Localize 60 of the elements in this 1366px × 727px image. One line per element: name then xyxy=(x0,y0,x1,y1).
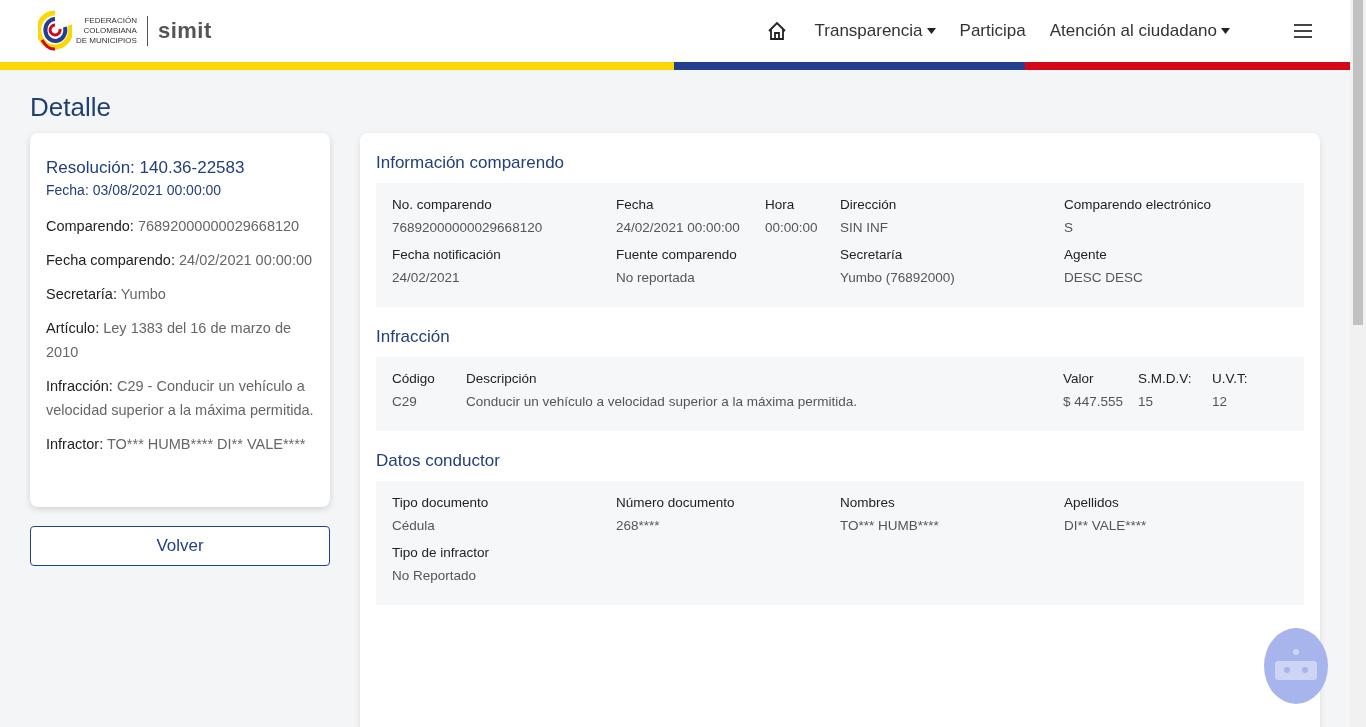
field-value: $ 447.555 xyxy=(1063,394,1125,409)
field-label: Fecha notificación xyxy=(392,247,502,262)
field-value: 76892000000029668120 xyxy=(392,220,544,235)
field-value: 15 xyxy=(1138,394,1155,409)
field-value: Conducir un vehículo a velocidad superior a la máxima permitida. xyxy=(466,394,858,409)
page-title: Detalle xyxy=(30,92,112,123)
field-value: 12 xyxy=(1212,394,1229,409)
field-value: 268**** xyxy=(616,518,661,533)
summary-line: Fecha comparendo: 24/02/2021 00:00:00 xyxy=(46,251,314,270)
field-value: SIN INF xyxy=(840,220,889,235)
field-label: Dirección xyxy=(840,197,898,212)
section-title: Datos conductor xyxy=(376,451,501,471)
field-value: C29 xyxy=(392,394,418,409)
field-label: Fuente comparendo xyxy=(616,247,738,262)
nav-link[interactable]: Atención al ciudadano xyxy=(1049,21,1230,41)
field-value: Yumbo (76892000) xyxy=(840,270,956,285)
field-value: 24/02/2021 00:00:00 xyxy=(616,220,741,235)
logo-text: FEDERACIÓN COLOMBIANA DE MUNICIPIOS xyxy=(76,16,137,46)
field-label: Apellidos xyxy=(1064,495,1120,510)
brand-logo: simit xyxy=(157,18,212,44)
field-value: Cédula xyxy=(392,518,436,533)
field-label: Valor xyxy=(1063,371,1095,386)
field-label: Hora xyxy=(765,197,796,212)
scrollbar[interactable] xyxy=(1350,0,1366,727)
field-label: Agente xyxy=(1064,247,1108,262)
summary-line: Infractor: TO*** HUMB**** DI** VALE**** xyxy=(46,435,307,454)
field-value: 00:00:00 xyxy=(765,220,819,235)
spiral-logo-icon xyxy=(38,10,72,52)
summary-line: Secretaría: Yumbo xyxy=(46,285,167,304)
summary-line: Artículo: Ley 1383 del 16 de marzo de 2010 xyxy=(46,319,293,362)
field-label: Nombres xyxy=(840,495,896,510)
field-label: Secretaría xyxy=(840,247,904,262)
section-title: Infracción xyxy=(376,327,451,347)
field-value: No reportada xyxy=(616,270,696,285)
resolution-title: Resolución: 140.36-22583 xyxy=(46,158,246,178)
field-value: 24/02/2021 xyxy=(392,270,461,285)
field-label: U.V.T: xyxy=(1212,371,1249,386)
summary-line: Comparendo: 76892000000029668120 xyxy=(46,217,301,236)
resolution-date: Fecha: 03/08/2021 00:00:00 xyxy=(46,182,223,198)
field-value: DI** VALE**** xyxy=(1064,518,1148,533)
field-label: No. comparendo xyxy=(392,197,493,212)
home-icon[interactable] xyxy=(766,21,787,41)
field-label: S.M.D.V: xyxy=(1138,371,1193,386)
field-label: Tipo de infractor xyxy=(392,545,491,560)
field-label: Tipo documento xyxy=(392,495,490,510)
field-label: Comparendo electrónico xyxy=(1064,197,1213,212)
field-value: TO*** HUMB**** xyxy=(840,518,940,533)
summary-line: Infracción: C29 - Conducir un vehículo a velocidad superior a la máxima permitida. xyxy=(46,377,314,420)
field-label: Número documento xyxy=(616,495,736,510)
field-label: Fecha xyxy=(616,197,655,212)
field-label: Descripción xyxy=(466,371,538,386)
nav-link[interactable]: Participa xyxy=(959,21,1026,41)
field-value: No Reportado xyxy=(392,568,478,583)
nav-link[interactable]: Transparencia xyxy=(814,21,936,41)
field-label: Código xyxy=(392,371,436,386)
section-title: Información comparendo xyxy=(376,153,566,173)
field-value: S xyxy=(1064,220,1074,235)
field-value: DESC DESC xyxy=(1064,270,1144,285)
menu-icon[interactable] xyxy=(1294,23,1312,39)
back-button[interactable]: Volver xyxy=(30,526,330,566)
